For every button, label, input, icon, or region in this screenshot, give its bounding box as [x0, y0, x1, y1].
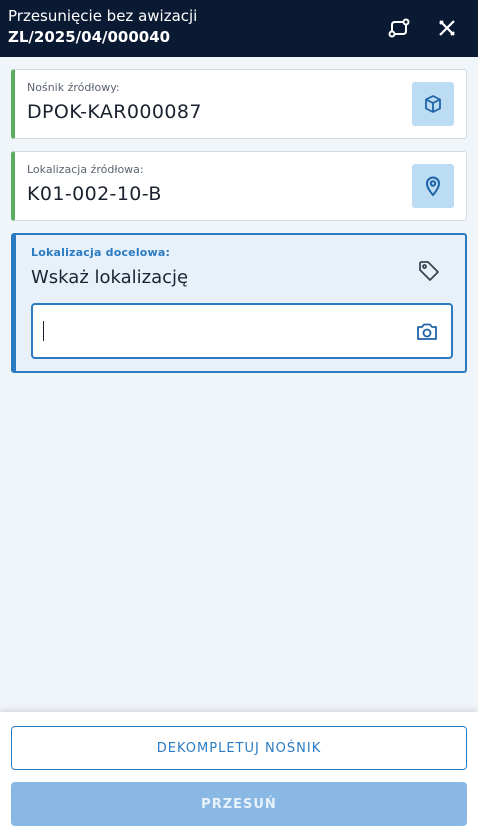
- close-x-icon: [439, 20, 455, 36]
- route-icon: [388, 18, 410, 38]
- package-icon: [425, 95, 441, 113]
- decomplete-carrier-button[interactable]: DEKOMPLETUJ NOŚNIK: [11, 726, 467, 770]
- source-carrier-card: Nośnik źródłowy: DPOK-KAR000087: [11, 69, 467, 139]
- target-location-prompt: Wskaż lokalizację: [31, 267, 189, 288]
- tag-icon: [417, 259, 441, 283]
- source-carrier-label: Nośnik źródłowy:: [27, 81, 120, 94]
- route-button[interactable]: [386, 14, 412, 42]
- source-location-button[interactable]: [412, 164, 454, 208]
- source-carrier-value: DPOK-KAR000087: [27, 101, 202, 123]
- target-location-label: Lokalizacja docelowa:: [31, 246, 171, 259]
- source-location-label: Lokalizacja źródłowa:: [27, 163, 144, 176]
- footer-actions: DEKOMPLETUJ NOŚNIK PRZESUŃ: [0, 712, 478, 838]
- target-location-input[interactable]: [31, 303, 453, 359]
- camera-icon: [417, 323, 437, 340]
- target-location-card: Lokalizacja docelowa: Wskaż lokalizację: [11, 233, 467, 373]
- map-pin-icon: [425, 176, 441, 197]
- close-button[interactable]: [434, 14, 460, 42]
- source-location-value: K01-002-10-B: [27, 183, 162, 205]
- source-location-card: Lokalizacja źródłowa: K01-002-10-B: [11, 151, 467, 221]
- move-button[interactable]: PRZESUŃ: [11, 782, 467, 826]
- app-header: Przesunięcie bez awizacji ZL/2025/04/000…: [0, 0, 478, 57]
- camera-button[interactable]: [415, 320, 439, 344]
- text-cursor: [43, 321, 44, 341]
- source-carrier-button[interactable]: [412, 82, 454, 126]
